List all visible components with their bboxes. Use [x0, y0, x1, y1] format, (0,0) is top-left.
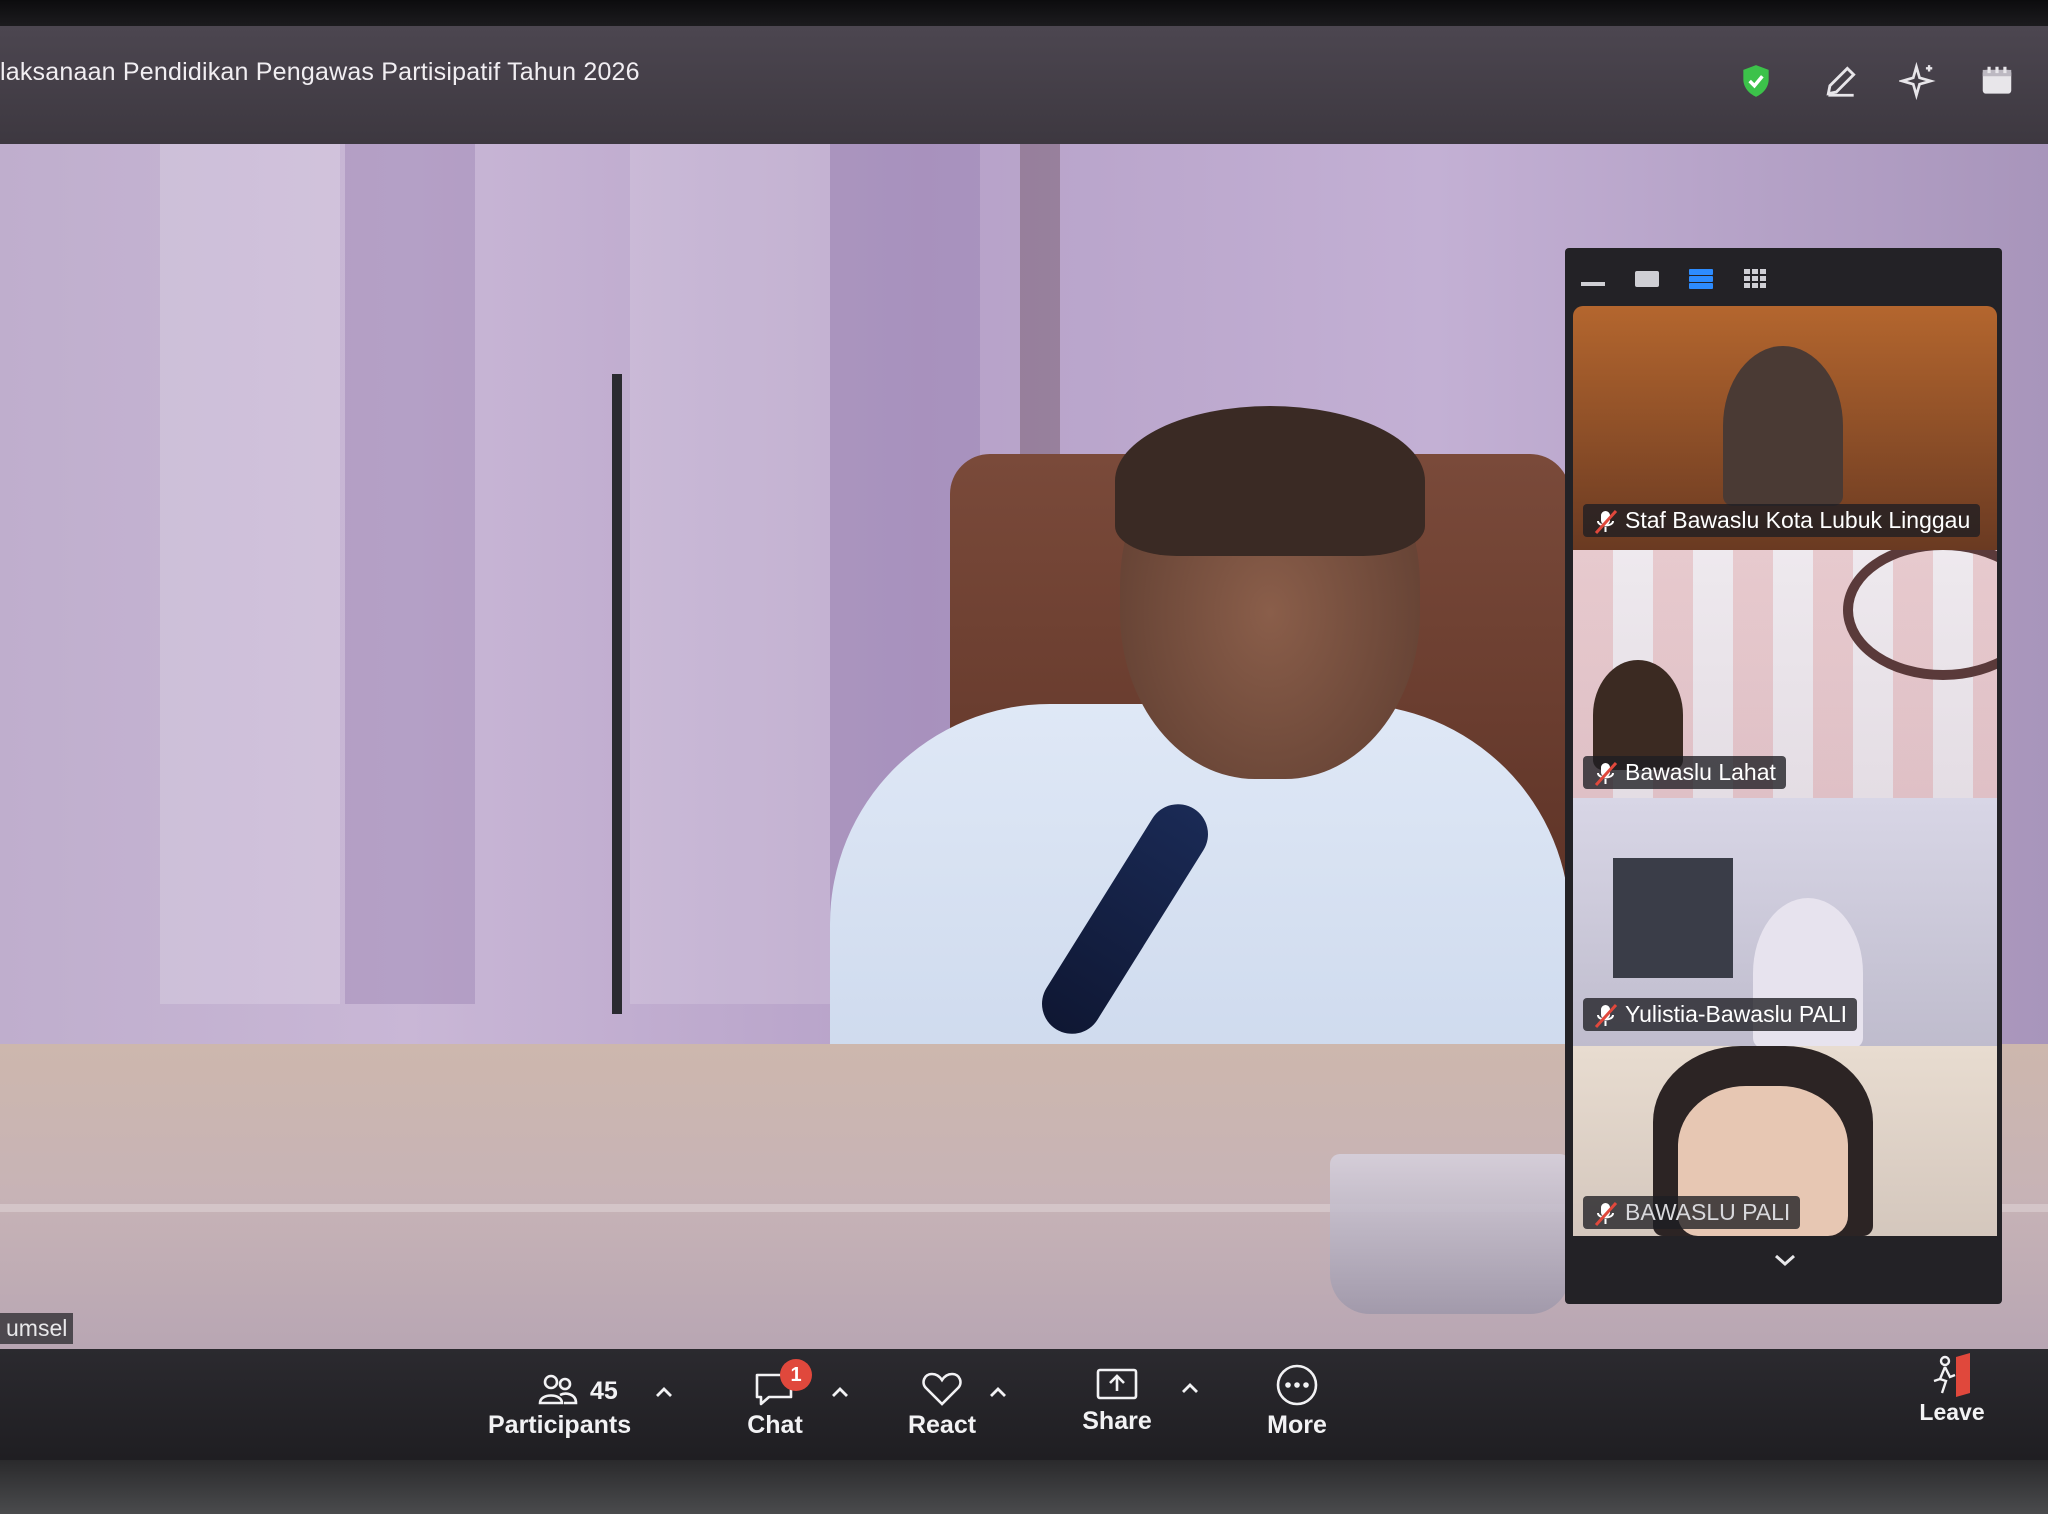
flag-pole	[612, 374, 622, 1014]
view-mode-toolbar	[1565, 248, 2002, 306]
wall-pattern	[630, 144, 830, 1004]
share-button[interactable]: Share	[1072, 1367, 1162, 1436]
muted-mic-icon	[1593, 1200, 1619, 1228]
more-icon	[1276, 1364, 1318, 1406]
participant-silhouette	[1723, 346, 1843, 506]
participant-name: BAWASLU PALI	[1625, 1199, 1791, 1225]
heart-icon	[922, 1372, 962, 1406]
decorative-bowl	[1330, 1154, 1570, 1314]
share-options-caret[interactable]	[1180, 1381, 1200, 1395]
chat-options-caret[interactable]	[830, 1385, 850, 1399]
office-equipment	[1613, 858, 1733, 978]
monitor-bezel-bottom	[0, 1460, 2048, 1514]
calendar-icon[interactable]	[1978, 62, 2016, 100]
more-button[interactable]: More	[1252, 1363, 1342, 1440]
react-options-caret[interactable]	[988, 1385, 1008, 1399]
react-label: React	[907, 1411, 977, 1439]
participants-options-caret[interactable]	[654, 1385, 674, 1399]
participant-tile[interactable]: BAWASLU PALI	[1573, 1046, 1997, 1236]
sparkle-icon[interactable]	[1897, 61, 1937, 101]
single-view-icon[interactable]	[1633, 268, 1661, 290]
participants-icon	[538, 1374, 578, 1405]
react-button[interactable]: React	[897, 1371, 987, 1440]
minimize-icon[interactable]	[1579, 268, 1607, 290]
participant-tile[interactable]: Yulistia-Bawaslu PALI	[1573, 798, 1997, 1046]
participant-name: Staf Bawaslu Kota Lubuk Linggau	[1625, 507, 1971, 533]
more-label: More	[1267, 1411, 1327, 1439]
wall-pattern	[345, 144, 475, 1004]
participant-name: Bawaslu Lahat	[1625, 759, 1776, 785]
speaker-hair	[1115, 406, 1425, 556]
participant-name: Yulistia-Bawaslu PALI	[1625, 1001, 1848, 1027]
participant-tile[interactable]: Bawaslu Lahat	[1573, 550, 1997, 798]
muted-mic-icon	[1593, 508, 1619, 536]
participant-name-tag: Staf Bawaslu Kota Lubuk Linggau	[1583, 504, 1981, 537]
speaker-strip-icon[interactable]	[1687, 268, 1715, 290]
chat-label: Chat	[747, 1411, 803, 1439]
participant-video-panel: Staf Bawaslu Kota Lubuk Linggau Bawaslu …	[1565, 248, 2002, 1304]
leave-label: Leave	[1919, 1399, 1985, 1425]
wall-pattern	[160, 144, 340, 1004]
leave-button[interactable]: Leave	[1910, 1351, 1994, 1426]
share-label: Share	[1082, 1407, 1152, 1435]
speaker-name-label: umsel	[0, 1313, 74, 1344]
participant-tile[interactable]: Staf Bawaslu Kota Lubuk Linggau	[1573, 306, 1997, 550]
grid-view-icon[interactable]	[1741, 268, 1769, 290]
participants-label: Participants	[488, 1411, 632, 1439]
monitor-bezel-top	[0, 0, 2048, 26]
muted-mic-icon	[1593, 1002, 1619, 1030]
leave-door-icon	[1933, 1353, 1970, 1397]
participants-count: 45	[590, 1377, 618, 1405]
participant-name-tag: Yulistia-Bawaslu PALI	[1583, 998, 1858, 1031]
participant-name-tag: BAWASLU PALI	[1583, 1196, 1801, 1229]
chevron-down-icon[interactable]	[1771, 1250, 1799, 1270]
participant-name-tag: Bawaslu Lahat	[1583, 756, 1786, 789]
participant-silhouette	[1593, 660, 1683, 770]
share-screen-icon	[1096, 1368, 1138, 1400]
pencil-icon[interactable]	[1822, 62, 1860, 100]
chat-unread-badge: 1	[780, 1359, 812, 1391]
shield-check-icon[interactable]	[1737, 62, 1775, 100]
muted-mic-icon	[1593, 760, 1619, 788]
meeting-toolbar: Participants 45 Chat 1 React Share More …	[0, 1349, 2048, 1460]
meeting-title: laksanaan Pendidikan Pengawas Partisipat…	[0, 58, 640, 86]
